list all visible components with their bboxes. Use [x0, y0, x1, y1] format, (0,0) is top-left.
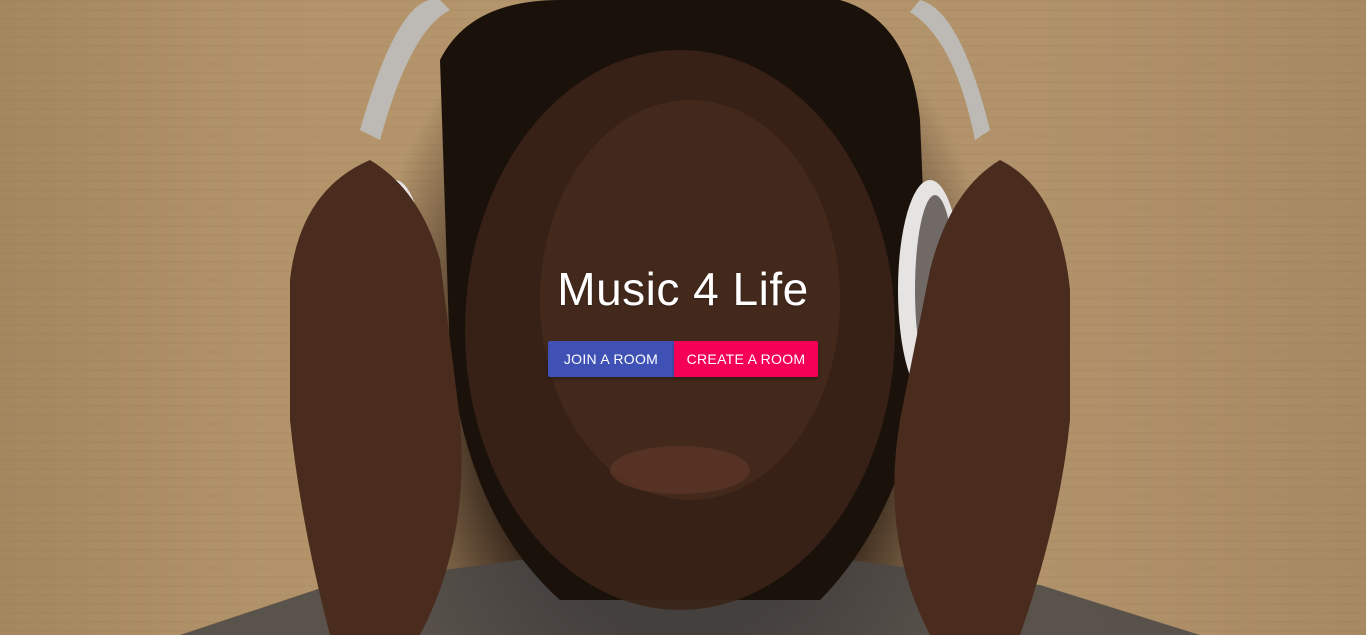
hero-content: Music 4 Life JOIN A ROOM CREATE A ROOM	[0, 258, 1366, 377]
hero-action-group: JOIN A ROOM CREATE A ROOM	[548, 341, 818, 377]
hero-title: Music 4 Life	[557, 263, 809, 315]
hero-section: Music 4 Life JOIN A ROOM CREATE A ROOM	[0, 0, 1366, 635]
join-room-button[interactable]: JOIN A ROOM	[548, 341, 674, 377]
create-room-button[interactable]: CREATE A ROOM	[674, 341, 818, 377]
